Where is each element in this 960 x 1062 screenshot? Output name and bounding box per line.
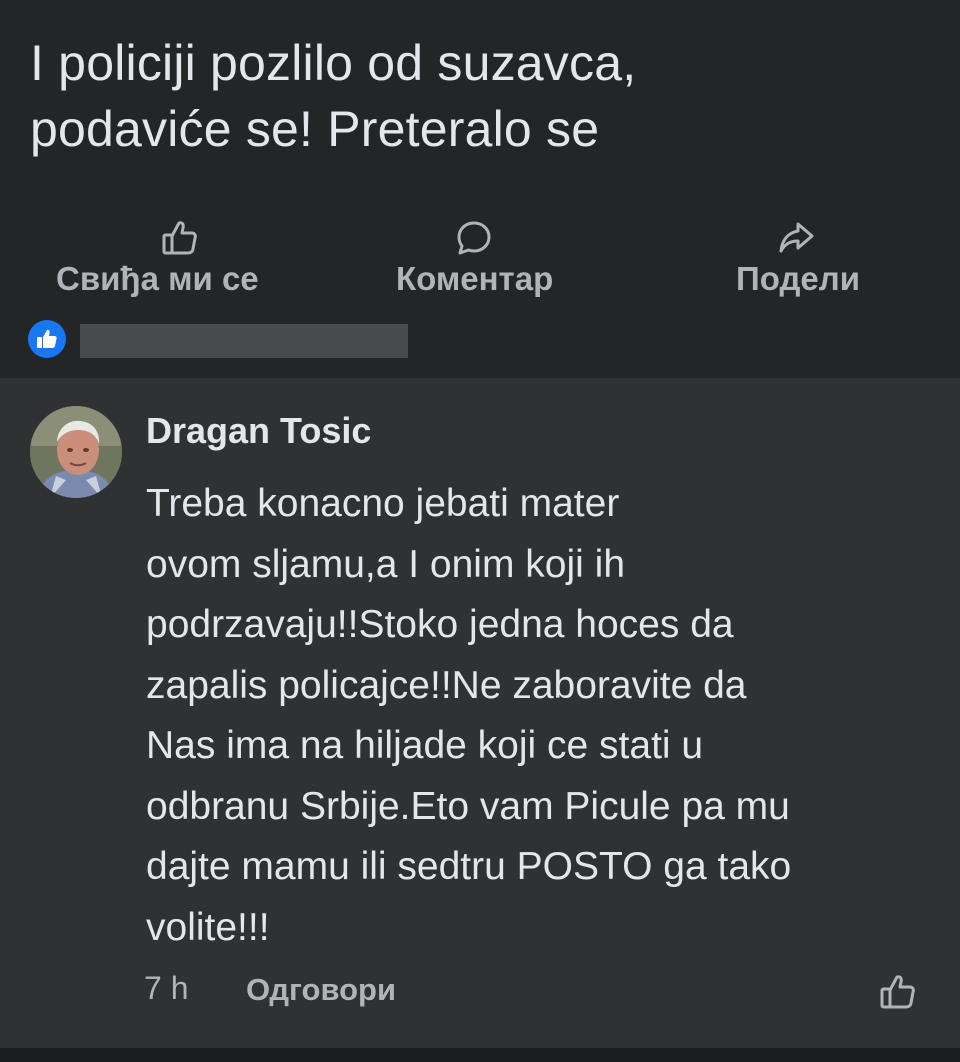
redacted-reactors <box>80 324 408 358</box>
bottom-divider <box>0 1048 960 1062</box>
comment-label: Коментар <box>396 260 554 297</box>
reply-button[interactable]: Одговори <box>246 972 396 1008</box>
comment-timestamp[interactable]: 7 h <box>144 970 188 1007</box>
comment-like-icon[interactable] <box>878 972 918 1012</box>
thumbs-up-icon <box>162 221 197 255</box>
reaction-summary[interactable] <box>28 320 428 360</box>
like-label: Свиђа ми се <box>56 260 259 297</box>
post-card: I policiji pozlilo od suzavca, podaviće … <box>0 0 960 378</box>
comment-text: Treba konacno jebati mater ovom sljamu,a… <box>146 482 792 949</box>
like-badge-icon <box>28 320 66 358</box>
comment-section: Dragan Tosic Treba konacno jebati mater … <box>0 378 960 1062</box>
share-label: Подели <box>736 260 860 297</box>
post-action-bar: Свиђа ми се Коментар Подели <box>0 212 960 302</box>
like-button[interactable]: Свиђа ми се <box>40 212 300 302</box>
share-button[interactable]: Подели <box>720 212 900 302</box>
share-arrow-icon <box>779 222 814 253</box>
comment-button[interactable]: Коментар <box>380 212 600 302</box>
avatar[interactable] <box>30 406 122 498</box>
comment-bubble-icon <box>457 221 491 255</box>
post-text: I policiji pozlilo od suzavca, podaviće … <box>30 35 637 157</box>
comment-author[interactable]: Dragan Tosic <box>146 410 371 452</box>
